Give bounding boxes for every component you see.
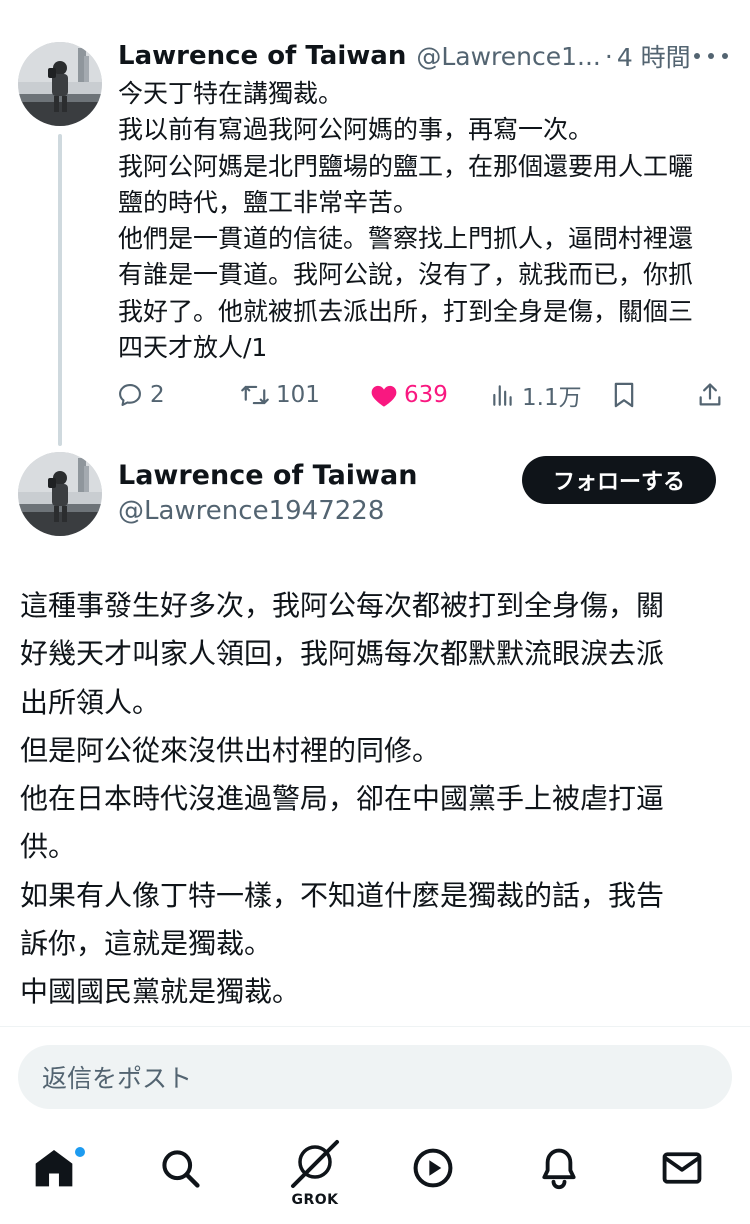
bottom-nav: GROK	[0, 1128, 750, 1224]
user-handle[interactable]: @Lawrence1...	[416, 42, 601, 71]
share-button[interactable]	[696, 381, 732, 409]
like-button[interactable]: 639	[370, 382, 490, 408]
post-text-line: 他在日本時代沒進過警局，卻在中國黨手上被虐打逼	[20, 782, 665, 816]
repost-icon	[241, 385, 269, 405]
post-text: 這種事發生好多次，我阿公每次都被打到全身傷，關 好幾天才叫家人領回，我阿媽每次都…	[20, 582, 732, 1017]
follow-button[interactable]: フォローする	[522, 456, 716, 504]
reply-placeholder: 返信をポスト	[42, 1064, 193, 1093]
views-count: 1.1万	[522, 385, 582, 411]
unread-indicator	[74, 1146, 86, 1158]
avatar-photo	[18, 452, 102, 536]
repost-count: 101	[276, 382, 320, 408]
user-handle[interactable]: @Lawrence1947228	[118, 496, 384, 526]
bookmark-icon	[614, 382, 634, 408]
post-text-line: 鹽的時代，鹽工非常辛苦。	[118, 187, 419, 217]
reply-icon	[119, 384, 141, 406]
more-options-icon[interactable]	[694, 44, 728, 68]
repost-button[interactable]: 101	[240, 381, 370, 409]
post-text-line: 中國國民黨就是獨裁。	[20, 975, 301, 1009]
post-text-line: 四天才放人/1	[118, 333, 268, 363]
reply-button[interactable]: 2	[116, 381, 240, 409]
search-icon	[162, 1150, 200, 1188]
post-text-line: 出所領人。	[20, 685, 161, 719]
post-text: 今天丁特在講獨裁。 我以前有寫過我阿公阿媽的事，再寫一次。 我阿公阿媽是北門鹽場…	[118, 76, 730, 366]
avatar[interactable]	[18, 452, 102, 536]
share-icon	[699, 383, 721, 406]
views-button[interactable]: 1.1万	[490, 378, 612, 412]
post-text-line: 好幾天才叫家人領回，我阿媽每次都默默流眼淚去派	[20, 637, 665, 671]
post-text-line: 今天丁特在講獨裁。	[118, 79, 344, 108]
post-text-line: 他們是一貫道的信徒。警察找上門抓人，逼問村裡還	[118, 224, 694, 254]
separator-dot: ·	[604, 41, 613, 71]
post-detail-page: Lawrence of Taiwan @Lawrence1... · 4 時間 …	[0, 0, 750, 1224]
nav-search[interactable]	[158, 1146, 218, 1206]
like-count: 639	[404, 382, 448, 408]
heart-filled-icon	[371, 385, 397, 407]
bell-icon	[542, 1148, 576, 1190]
thread-connector-line	[58, 134, 62, 446]
video-play-icon	[413, 1148, 453, 1188]
bookmark-button[interactable]	[612, 381, 696, 409]
post-text-line: 如果有人像丁特一樣，不知道什麼是獨裁的話，我告	[20, 878, 665, 912]
home-icon	[35, 1150, 73, 1187]
analytics-icon	[493, 385, 512, 406]
avatar[interactable]	[18, 42, 102, 126]
avatar-photo	[18, 42, 102, 126]
post-text-line: 有誰是一貫道。我阿公說，沒有了，就我而已，你抓	[118, 260, 694, 290]
post-text-line: 供。	[20, 830, 77, 864]
divider	[0, 1026, 750, 1027]
post-text-line: 這種事發生好多次，我阿公每次都被打到全身傷，關	[20, 589, 665, 622]
grok-icon	[291, 1140, 339, 1188]
post-text-line: 我阿公阿媽是北門鹽場的鹽工，在那個還要用人工曬	[118, 151, 694, 181]
mail-icon	[662, 1152, 702, 1184]
post-header: Lawrence of Taiwan @Lawrence1... · 4 時間	[118, 38, 732, 74]
post-timestamp[interactable]: 4 時間	[617, 38, 691, 74]
grok-label: GROK	[291, 1192, 339, 1208]
nav-video[interactable]	[411, 1146, 471, 1206]
post-text-line: 我以前有寫過我阿公阿媽的事，再寫一次。	[118, 115, 594, 145]
post-text-line: 我好了。他就被抓去派出所，打到全身是傷，關個三	[118, 296, 694, 326]
post-text-line: 訴你，這就是獨裁。	[20, 927, 273, 961]
display-name[interactable]: Lawrence of Taiwan	[118, 460, 417, 491]
nav-messages[interactable]	[660, 1146, 720, 1206]
nav-grok[interactable]: GROK	[285, 1136, 345, 1216]
reply-count: 2	[150, 382, 165, 408]
post-actions-bar: 2 101 639 1.1万	[116, 375, 732, 415]
display-name[interactable]: Lawrence of Taiwan	[118, 41, 406, 71]
nav-home[interactable]	[32, 1146, 92, 1206]
post-text-line: 但是阿公從來沒供出村裡的同修。	[20, 733, 441, 767]
nav-notifications[interactable]	[537, 1146, 597, 1206]
reply-input[interactable]: 返信をポスト	[18, 1045, 732, 1109]
